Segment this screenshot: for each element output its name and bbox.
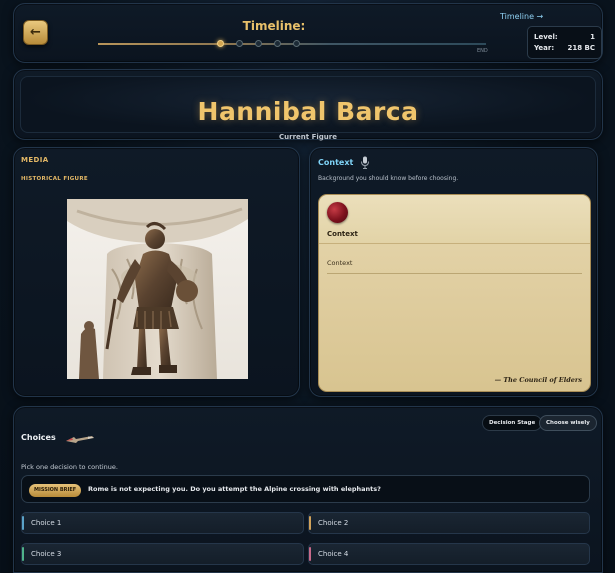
top-bar: ← Timeline: END Timeline → Level: 1 Year…: [13, 3, 603, 63]
year-label: Year:: [534, 44, 555, 52]
choice-label: Choice 4: [318, 550, 349, 558]
timeline-node[interactable]: [255, 40, 262, 47]
choices-instruction: Pick one decision to continue.: [21, 463, 118, 471]
microphone-icon: [361, 156, 369, 169]
context-card-header: Context: [319, 195, 590, 244]
level-label: Level:: [534, 33, 558, 41]
context-card-title: Context: [327, 230, 358, 238]
choices-title: Choices: [21, 433, 56, 442]
mission-brief: MISSION BRIEF Rome is not expecting you.…: [21, 475, 590, 503]
level-year-box: Level: 1 Year: 218 BC: [527, 26, 602, 59]
historical-figure-image: [67, 199, 248, 379]
back-button[interactable]: ←: [23, 20, 48, 45]
context-panel: Context Background you should know befor…: [309, 147, 598, 397]
media-title: MEDIA: [21, 156, 49, 164]
timeline-title: Timeline:: [242, 19, 306, 33]
context-signature: — The Council of Elders: [494, 376, 582, 384]
context-description: Background you should know before choosi…: [318, 175, 459, 182]
choice-label: Choice 2: [318, 519, 349, 527]
choice-button-2[interactable]: Choice 2: [308, 512, 590, 534]
timeline-node[interactable]: [236, 40, 243, 47]
arrow-icon: [66, 436, 94, 443]
choose-wisely-badge: Choose wisely: [539, 415, 597, 431]
timeline-track: [98, 43, 486, 45]
mission-brief-badge: MISSION BRIEF: [29, 484, 82, 497]
context-title: Context: [318, 158, 354, 167]
media-panel: MEDIA HISTORICAL FIGURE: [13, 147, 300, 397]
choice-button-1[interactable]: Choice 1: [21, 512, 304, 534]
wax-seal-icon: [327, 202, 348, 223]
year-value: 218 BC: [567, 44, 595, 52]
choice-label: Choice 3: [31, 550, 62, 558]
mission-brief-text: Rome is not expecting you. Do you attemp…: [88, 485, 381, 493]
level-value: 1: [590, 33, 595, 41]
choices-panel: Decision Stage Choose wisely Choices Pic…: [13, 406, 603, 573]
choice-button-4[interactable]: Choice 4: [308, 543, 590, 565]
timeline-end-label: END: [477, 48, 488, 54]
divider: [327, 273, 582, 274]
hero-panel: Hannibal Barca Current Figure: [13, 69, 603, 141]
timeline-node[interactable]: [274, 40, 281, 47]
choice-accent: [22, 516, 24, 530]
context-card: Context Context — The Council of Elders: [318, 194, 591, 392]
figure-name: Hannibal Barca: [197, 97, 419, 126]
choice-button-3[interactable]: Choice 3: [21, 543, 304, 565]
choice-accent: [309, 547, 311, 561]
context-card-body: Context: [327, 259, 353, 267]
decision-stage-badge: Decision Stage: [482, 415, 543, 431]
media-subtitle: HISTORICAL FIGURE: [21, 176, 88, 182]
timeline-node-current[interactable]: [217, 40, 224, 47]
hero-inner: Hannibal Barca Current Figure: [20, 76, 596, 141]
statue-image: [67, 199, 248, 379]
timeline-node[interactable]: [293, 40, 300, 47]
choice-label: Choice 1: [31, 519, 62, 527]
figure-subtitle: Current Figure: [279, 133, 337, 141]
choice-accent: [22, 547, 24, 561]
back-arrow-icon: ←: [30, 25, 41, 40]
timeline-link[interactable]: Timeline →: [500, 12, 543, 21]
choice-accent: [309, 516, 311, 530]
